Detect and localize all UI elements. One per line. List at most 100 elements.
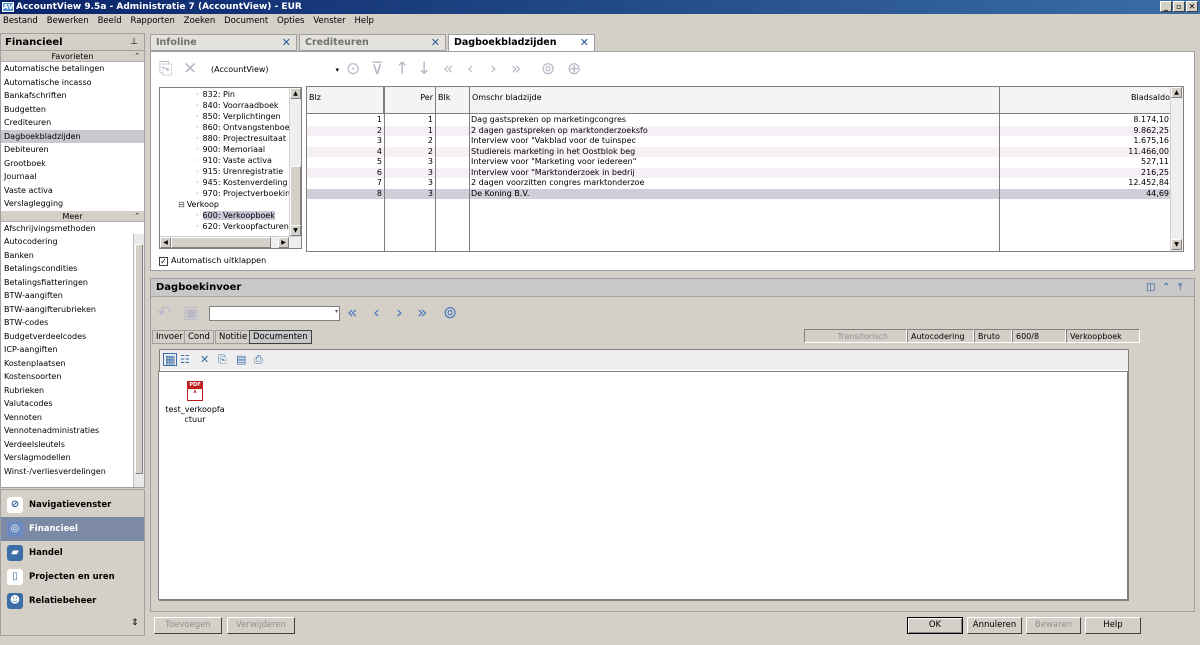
- grid-scrollbar[interactable]: ▲ ▼: [1170, 87, 1183, 251]
- maximize-pane-icon[interactable]: ⤒: [1178, 279, 1182, 297]
- scrollbar-thumb[interactable]: [290, 166, 301, 226]
- sidebar-item[interactable]: Debiteuren: [1, 143, 144, 157]
- new-document-icon[interactable]: ⎘: [218, 350, 227, 370]
- first-record-icon[interactable]: «: [443, 59, 453, 79]
- large-icons-view-icon[interactable]: ▦: [163, 353, 178, 366]
- sidebar-item[interactable]: Autocodering: [1, 235, 134, 249]
- sidebar-item[interactable]: Betalingscondities: [1, 262, 134, 276]
- remove-button[interactable]: Verwijderen: [227, 617, 295, 634]
- collapse-icon[interactable]: ⌃: [134, 51, 140, 62]
- subtab-invoer[interactable]: Invoer: [152, 330, 187, 344]
- tree-node[interactable]: · 840: Voorraadboek: [196, 100, 279, 111]
- chevron-down-icon[interactable]: ▾: [335, 63, 339, 77]
- nav-projecten-en-uren[interactable]: ▯ Projecten en uren: [1, 565, 144, 589]
- sidebar-item[interactable]: Betalingsfiatteringen: [1, 276, 134, 290]
- close-window-button[interactable]: ✕: [1186, 1, 1198, 12]
- sidebar-item[interactable]: Budgetverdeelcodes: [1, 330, 134, 344]
- maximize-button[interactable]: ▫: [1173, 1, 1185, 12]
- new-icon[interactable]: ⎘: [159, 59, 173, 79]
- sidebar-item[interactable]: Grootboek: [1, 157, 144, 171]
- help-button[interactable]: Help: [1085, 617, 1141, 634]
- column-header-bladsaldo[interactable]: Bladsaldo: [1000, 87, 1173, 114]
- previous-record-icon[interactable]: ‹: [373, 303, 380, 323]
- sidebar-item[interactable]: Automatische incasso: [1, 76, 144, 90]
- tab-infoline[interactable]: Infoline ✕: [150, 34, 297, 51]
- scroll-up-icon[interactable]: ▲: [290, 88, 301, 99]
- sidebar-item[interactable]: BTW-aangiften: [1, 289, 134, 303]
- previous-record-icon[interactable]: ‹: [467, 59, 474, 79]
- nav-financieel[interactable]: ◎ Financieel: [1, 517, 144, 541]
- administration-select[interactable]: (AccountView) ▾: [209, 63, 339, 77]
- cancel-button[interactable]: Annuleren: [967, 617, 1022, 634]
- auto-collapse-checkbox[interactable]: ✓ Automatisch uitklappen: [159, 255, 266, 266]
- sidebar-item[interactable]: Dagboekbladzijden: [1, 129, 144, 143]
- menu-rapporten[interactable]: Rapporten: [128, 14, 178, 28]
- help-icon[interactable]: ⊚: [443, 303, 457, 323]
- minimize-button[interactable]: _: [1160, 1, 1172, 12]
- table-row[interactable]: 2 1 2 dagen gastspreken op marktonderzoeks…: [307, 125, 1171, 136]
- menu-document[interactable]: Document: [221, 14, 271, 28]
- tree-node[interactable]: · 600: Verkoopboek: [196, 210, 275, 221]
- pin-icon[interactable]: ⊥: [130, 34, 138, 51]
- nav-relatiebeheer[interactable]: ☻ Relatiebeheer: [1, 589, 144, 613]
- tree-expander-icon[interactable]: ⊟: [178, 200, 185, 209]
- ok-button[interactable]: OK: [907, 617, 963, 634]
- tab-dagboekbladzijden[interactable]: Dagboekbladzijden ✕: [448, 34, 595, 51]
- document-properties-icon[interactable]: ⎙: [254, 350, 263, 370]
- sidebar-scrollbar[interactable]: [133, 234, 144, 487]
- scroll-down-icon[interactable]: ▼: [1171, 239, 1182, 250]
- sidebar-item[interactable]: Banken: [1, 249, 134, 263]
- sidebar-item[interactable]: Vennoten: [1, 411, 134, 425]
- sidebar-item[interactable]: ICP-aangiften: [1, 343, 134, 357]
- next-record-icon[interactable]: ›: [396, 303, 403, 323]
- table-row[interactable]: 8 3 De Koning B.V. 44,69: [307, 188, 1171, 199]
- sidebar-item[interactable]: Valutacodes: [1, 397, 134, 411]
- tree-node[interactable]: · 915: Urenregistratie: [196, 166, 283, 177]
- subtab-notitie[interactable]: Notitie: [215, 330, 252, 344]
- sidebar-item[interactable]: Journaal: [1, 170, 144, 184]
- checkbox-icon[interactable]: ✓: [159, 257, 168, 266]
- sidebar-item[interactable]: BTW-aangifterubrieken: [1, 303, 134, 317]
- sidebar-item[interactable]: Vaste activa: [1, 184, 144, 198]
- journal-tree[interactable]: · 832: Pin · 840: Voorraadboek · 850: Verplic…: [159, 87, 302, 249]
- delete-icon[interactable]: ✕: [200, 350, 209, 370]
- sidebar-item[interactable]: Winst-/verliesverdelingen: [1, 465, 134, 479]
- sidebar-item[interactable]: Kostenplaatsen: [1, 357, 134, 371]
- nav-resize-icon[interactable]: ⇕: [131, 618, 139, 628]
- sidebar-item[interactable]: BTW-codes: [1, 316, 134, 330]
- subtab-documenten[interactable]: Documenten: [249, 330, 312, 344]
- zoom-help-icon[interactable]: ⊕: [567, 59, 581, 79]
- sort-descending-icon[interactable]: ↓: [417, 59, 431, 79]
- first-record-icon[interactable]: «: [347, 303, 357, 323]
- menu-bestand[interactable]: Bestand: [0, 14, 41, 28]
- sidebar-item[interactable]: Automatische betalingen: [1, 62, 144, 76]
- tree-node[interactable]: · 620: Verkoopfacturenb: [196, 221, 294, 232]
- menu-help[interactable]: Help: [352, 14, 377, 28]
- close-icon[interactable]: ✕: [580, 35, 589, 51]
- search-icon[interactable]: ⊙: [346, 59, 360, 79]
- column-header-blk[interactable]: Blk: [436, 87, 470, 114]
- last-record-icon[interactable]: »: [417, 303, 427, 323]
- tree-node[interactable]: · 910: Vaste activa: [196, 155, 272, 166]
- help-icon[interactable]: ⊚: [541, 59, 555, 79]
- add-button[interactable]: Toevoegen: [154, 617, 222, 634]
- table-row[interactable]: 3 2 Interview voor "Vakblad voor de tuinsp…: [307, 136, 1171, 147]
- tab-crediteuren[interactable]: Crediteuren ✕: [299, 34, 446, 51]
- menu-beeld[interactable]: Beeld: [95, 14, 125, 28]
- details-view-icon[interactable]: ☷: [180, 350, 190, 370]
- menu-zoeken[interactable]: Zoeken: [181, 14, 219, 28]
- scroll-right-icon[interactable]: ▶: [278, 237, 289, 248]
- tree-node[interactable]: · 850: Verplichtingen: [196, 111, 281, 122]
- column-header-omschr[interactable]: Omschr bladzijde: [470, 87, 1000, 114]
- sidebar-item[interactable]: Verslagmodellen: [1, 451, 134, 465]
- table-row[interactable]: 7 3 2 dagen voorzitten congres marktonderz…: [307, 178, 1171, 189]
- scroll-up-icon[interactable]: ▲: [1171, 87, 1182, 98]
- more-section-header[interactable]: Meer ⌃: [1, 210, 144, 222]
- delete-icon[interactable]: ✕: [183, 59, 197, 79]
- undo-icon[interactable]: ↶: [157, 303, 171, 323]
- sort-ascending-icon[interactable]: ↑: [395, 59, 409, 79]
- scrollbar-thumb[interactable]: [135, 244, 143, 474]
- filter-icon[interactable]: ⊽: [371, 59, 383, 79]
- chevron-down-icon[interactable]: ▾: [335, 308, 338, 315]
- tree-node[interactable]: · 945: Kostenverdeling: [196, 177, 288, 188]
